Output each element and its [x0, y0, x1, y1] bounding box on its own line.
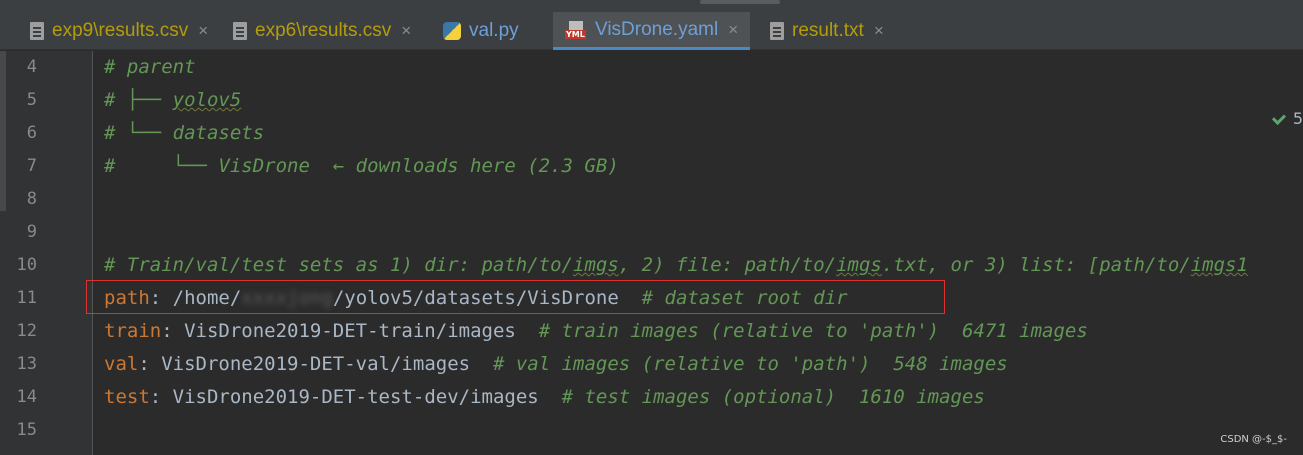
tab-label: exp9\results.csv — [52, 20, 189, 41]
code-line: 4 # parent — [0, 51, 1303, 84]
tab-label: exp6\results.csv — [255, 20, 392, 41]
line-number: 9 — [26, 222, 37, 242]
line-number: 8 — [26, 189, 37, 209]
text-file-icon — [770, 22, 784, 40]
yaml-entry: test: VisDrone2019-DET-test-dev/images #… — [104, 386, 985, 408]
line-number: 7 — [26, 156, 37, 176]
code-line: 6 # └── datasets — [0, 117, 1303, 150]
tab-label: VisDrone.yaml — [595, 18, 719, 40]
code-line: 7 # └── VisDrone ← downloads here (2.3 G… — [0, 150, 1303, 183]
yaml-badge: YML — [565, 29, 586, 39]
code-line: 13 val: VisDrone2019-DET-val/images # va… — [0, 348, 1303, 381]
editor-tab-bar: exp9\results.csv × exp6\results.csv × va… — [0, 0, 1303, 50]
yaml-file-icon: YML — [565, 20, 587, 39]
yaml-value: VisDrone2019-DET-train/images — [184, 320, 516, 342]
line-number: 15 — [16, 420, 37, 440]
line-number: 10 — [16, 255, 37, 275]
code-comment: # ├── yolov5 — [104, 89, 242, 111]
line-number: 13 — [16, 354, 37, 374]
text-file-icon — [233, 22, 247, 40]
close-icon[interactable]: × — [874, 21, 884, 41]
code-editor[interactable]: 5 4 # parent 5 # ├── yolov5 6 # └── data… — [0, 51, 1303, 455]
code-comment: # └── datasets — [104, 122, 265, 144]
annotation-highlight-box — [86, 280, 945, 314]
line-number: 5 — [26, 90, 37, 110]
spellcheck-word: yolov5 — [172, 89, 242, 111]
watermark: CSDN @-$_$- — [1220, 434, 1287, 445]
yaml-key: test — [104, 386, 150, 408]
line-number: 14 — [16, 387, 37, 407]
code-comment: # Train/val/test sets as 1) dir: path/to… — [104, 254, 1248, 276]
close-icon[interactable]: × — [401, 21, 411, 41]
tab-result-txt[interactable]: result.txt × — [770, 12, 884, 50]
code-line: 12 train: VisDrone2019-DET-train/images … — [0, 315, 1303, 348]
code-comment: # test images (optional) 1610 images — [538, 386, 985, 408]
code-comment: # train images (relative to 'path') 6471… — [515, 320, 1088, 342]
code-line: 14 test: VisDrone2019-DET-test-dev/image… — [0, 381, 1303, 414]
code-line: 8 — [0, 183, 1303, 216]
tab-visdrone-yaml[interactable]: YML VisDrone.yaml × — [553, 12, 751, 50]
yaml-key: val — [104, 353, 139, 375]
code-comment: # parent — [104, 56, 196, 78]
tab-scrollbar[interactable] — [700, 0, 780, 4]
line-number: 4 — [26, 57, 37, 77]
line-number: 6 — [26, 123, 37, 143]
tab-label: val.py — [469, 20, 519, 41]
line-number: 11 — [16, 288, 37, 308]
yaml-entry: val: VisDrone2019-DET-val/images # val i… — [104, 353, 1008, 375]
tab-exp9-results-csv[interactable]: exp9\results.csv × — [30, 12, 208, 50]
close-icon[interactable]: × — [728, 20, 738, 40]
code-line: 9 — [0, 216, 1303, 249]
code-line: 15 — [0, 414, 1303, 447]
tab-label: result.txt — [792, 20, 864, 41]
text-file-icon — [30, 22, 44, 40]
yaml-value: VisDrone2019-DET-test-dev/images — [172, 386, 539, 408]
code-comment: # └── VisDrone ← downloads here (2.3 GB) — [104, 155, 619, 177]
yaml-entry: train: VisDrone2019-DET-train/images # t… — [104, 320, 1088, 342]
tab-exp6-results-csv[interactable]: exp6\results.csv × — [233, 12, 411, 50]
yaml-key: train — [104, 320, 162, 342]
code-comment: # val images (relative to 'path') 548 im… — [470, 353, 1008, 375]
tab-val-py[interactable]: val.py — [443, 12, 519, 50]
code-line: 10 # Train/val/test sets as 1) dir: path… — [0, 249, 1303, 282]
close-icon[interactable]: × — [198, 21, 208, 41]
line-number: 12 — [16, 321, 37, 341]
yaml-value: VisDrone2019-DET-val/images — [161, 353, 471, 375]
code-line: 5 # ├── yolov5 — [0, 84, 1303, 117]
python-file-icon — [443, 22, 461, 40]
